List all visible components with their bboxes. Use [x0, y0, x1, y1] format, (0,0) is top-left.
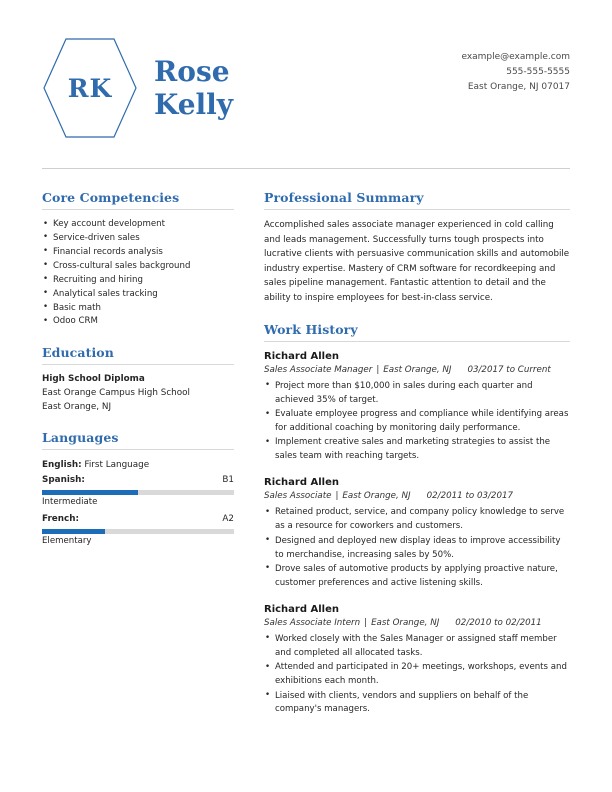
job-dates: 03/2017 to Current [467, 364, 551, 375]
resume-page: RK Rose Kelly example@example.com 555-55… [0, 0, 612, 792]
language-level-name: Intermediate [42, 496, 98, 507]
job-location: East Orange, NJ [371, 617, 440, 628]
list-item: Key account development [42, 218, 234, 232]
professional-summary-title: Professional Summary [264, 190, 424, 205]
hexagon-logo: RK [42, 36, 138, 140]
language-proficiency-fill [42, 489, 138, 495]
section-divider [264, 209, 570, 210]
list-item: Implement creative sales and marketing s… [264, 436, 570, 464]
section-divider [42, 364, 234, 366]
job-role: Sales Associate Manager [264, 364, 373, 375]
core-competencies-title: Core Competencies [42, 190, 180, 205]
section-divider [42, 449, 234, 451]
job-role: Sales Associate [264, 491, 332, 502]
education-degree: High School Diploma [42, 374, 145, 385]
job-bullets: Project more than $10,000 in sales durin… [264, 379, 570, 465]
work-history-entry: Richard Allen Sales Associate Intern | Eas… [264, 603, 570, 718]
section-divider [264, 340, 570, 342]
job-dates: 02/2010 to 02/2011 [455, 617, 542, 628]
resume-body: Core Competencies Key account developmen… [42, 190, 570, 733]
job-separator: | [364, 617, 368, 628]
list-item: Cross-cultural sales background [42, 259, 234, 274]
list-item: Evaluate employee progress and complianc… [264, 408, 570, 436]
job-company: Richard Allen [264, 603, 339, 615]
section-divider [42, 209, 234, 210]
language-proficiency-bar [42, 528, 234, 534]
list-item: Financial records analysis [42, 245, 234, 260]
section-professional-summary: Professional Summary Accomplished sales … [264, 190, 570, 306]
job-location: East Orange, NJ [342, 491, 411, 502]
job-bullets: Worked closely with the Sales Manager or… [264, 632, 570, 718]
job-bullets: Retained product, service, and company p… [264, 506, 570, 591]
job-meta: Sales Associate Intern | East Orange, NJ 02… [264, 617, 570, 630]
first-name: Rose [154, 54, 230, 88]
education-location: East Orange, NJ [42, 401, 112, 412]
list-item: Attended and participated in 20+ meeting… [264, 661, 570, 689]
contact-address: East Orange, NJ 07017 [467, 81, 570, 92]
identity-block: RK Rose Kelly [42, 36, 233, 140]
education-title: Education [42, 345, 114, 361]
list-item: Drove sales of automotive products by ap… [264, 562, 570, 591]
list-item: Designed and deployed new display ideas … [264, 534, 570, 563]
list-item: Analytical sales tracking [42, 287, 234, 302]
job-separator: | [376, 364, 380, 375]
language-entry: French: A2 Elementary [42, 513, 234, 547]
list-item: Odoo CRM [42, 315, 234, 329]
logo-initials: RK [67, 73, 113, 103]
job-meta: Sales Associate Manager | East Orange, NJ 0… [264, 364, 570, 377]
job-location: East Orange, NJ [383, 364, 452, 375]
job-role: Sales Associate Intern [264, 617, 361, 628]
job-meta: Sales Associate | East Orange, NJ 02/2011 t… [264, 490, 570, 503]
contact-email: example@example.com [461, 52, 570, 62]
language-level-name: Elementary [42, 535, 92, 546]
list-item: Recruiting and hiring [42, 273, 234, 288]
list-item: Basic math [42, 301, 234, 316]
language-proficiency-bar [42, 489, 234, 495]
section-work-history: Work History Richard Allen Sales Associa… [264, 322, 570, 718]
job-separator: | [335, 491, 339, 502]
professional-summary-text: Accomplished sales associate manager exp… [264, 220, 570, 304]
section-core-competencies: Core Competencies Key account developmen… [42, 190, 234, 329]
language-name: French: [42, 514, 80, 525]
contact-phone: 555-555-5555 [506, 66, 570, 77]
list-item: Retained product, service, and company p… [264, 506, 570, 534]
language-entry: Spanish: B1 Intermediate [42, 474, 234, 508]
list-item: Liaised with clients, vendors and suppli… [264, 689, 570, 718]
core-competencies-list: Key account development Service-driven s… [42, 218, 234, 329]
education-school: East Orange Campus High School [42, 388, 190, 398]
section-languages: Languages English: First Language Spanis… [42, 430, 234, 547]
work-history-entry: Richard Allen Sales Associate | East Orang… [264, 476, 570, 591]
header-divider [42, 168, 570, 169]
contact-info: example@example.com 555-555-5555 East Or… [461, 36, 570, 95]
work-history-entry: Richard Allen Sales Associate Manager | Ea… [264, 350, 570, 465]
last-name: Kelly [154, 88, 234, 121]
language-first-label: English: [42, 460, 82, 471]
left-column: Core Competencies Key account developmen… [42, 190, 234, 733]
language-level-code: B1 [222, 475, 234, 486]
job-company: Richard Allen [264, 477, 339, 489]
language-first-value: First Language [84, 460, 150, 471]
language-first: English: First Language [42, 458, 234, 472]
resume-header: RK Rose Kelly example@example.com 555-55… [42, 30, 570, 140]
list-item: Worked closely with the Sales Manager or… [264, 632, 570, 661]
list-item: Service-driven sales [42, 231, 234, 246]
right-column: Professional Summary Accomplished sales … [264, 190, 570, 733]
language-proficiency-fill [42, 528, 106, 534]
language-level-code: A2 [222, 514, 234, 525]
list-item: Project more than $10,000 in sales durin… [264, 379, 570, 408]
languages-title: Languages [42, 430, 119, 446]
job-company: Richard Allen [264, 350, 339, 362]
language-name: Spanish: [42, 475, 85, 486]
section-education: Education High School Diploma East Orang… [42, 345, 234, 414]
job-dates: 02/2011 to 03/2017 [426, 491, 514, 502]
candidate-name: Rose Kelly [154, 55, 233, 121]
work-history-title: Work History [264, 321, 358, 337]
